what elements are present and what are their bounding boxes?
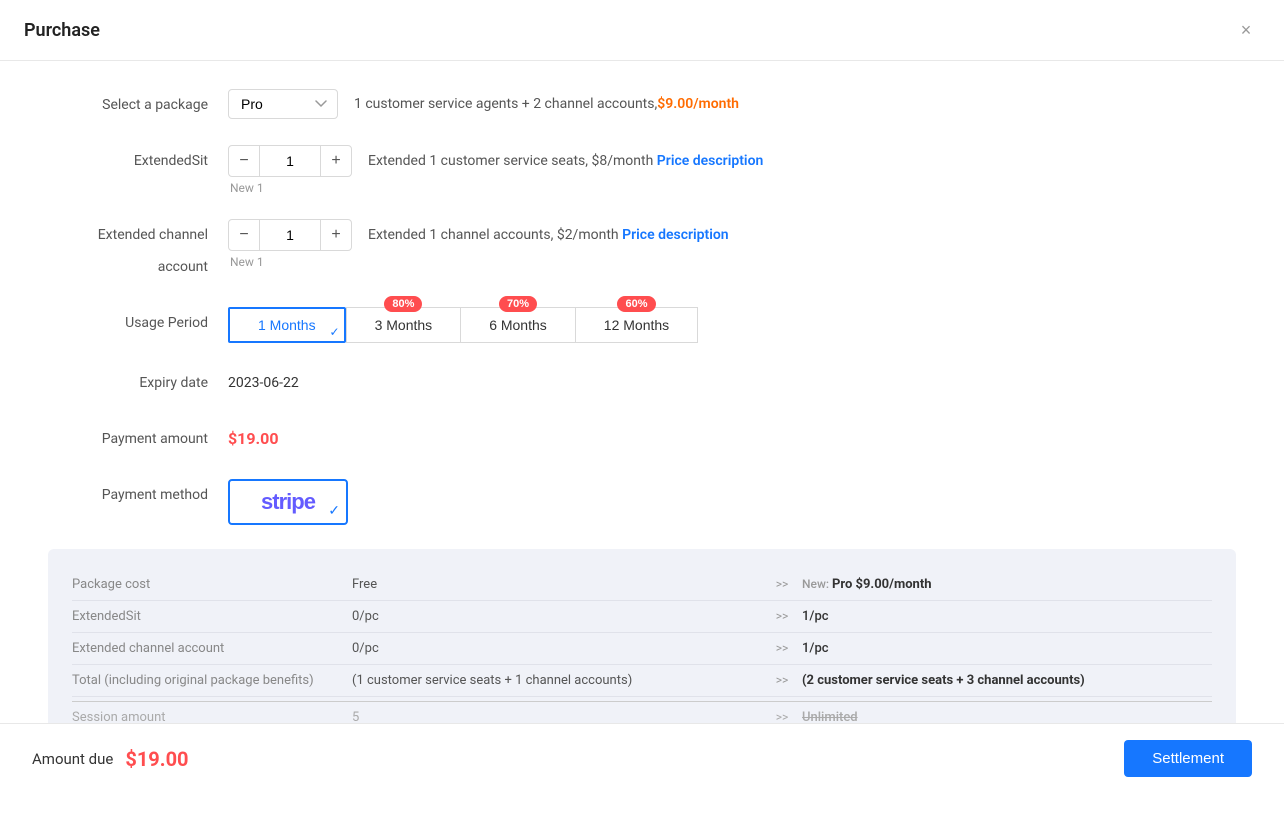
usage-period-row: Usage Period 1 Months 80% 3 Months 70% 6…	[48, 307, 1236, 343]
extended-channel-row: Extended channel account − + Extended 1 …	[48, 219, 1236, 283]
summary-arrow-total: >>	[762, 673, 802, 687]
period-1month-label: 1 Months	[258, 317, 316, 333]
extended-sit-input[interactable]	[260, 145, 320, 177]
summary-row-sit: ExtendedSit 0/pc >> 1/pc	[72, 601, 1212, 633]
package-select-wrap: Pro Basic Enterprise 1 customer service …	[228, 89, 739, 119]
summary-arrow-sit: >>	[762, 609, 802, 623]
summary-to-value-package: Pro $9.00/month	[832, 577, 932, 592]
period-6month-label: 6 Months	[489, 317, 547, 333]
summary-from-package: Free	[352, 577, 762, 592]
period-btn-6month[interactable]: 70% 6 Months	[460, 307, 575, 343]
summary-arrow-package: >>	[762, 577, 802, 591]
payment-method-label: Payment method	[48, 479, 228, 511]
extended-channel-price-link[interactable]: Price description	[622, 227, 729, 243]
extended-channel-content: − + Extended 1 channel accounts, $2/mont…	[228, 219, 729, 269]
purchase-dialog: Purchase × Select a package Pro Basic En…	[0, 0, 1284, 833]
payment-amount-value: $19.00	[228, 423, 279, 455]
extended-channel-new-label: New 1	[228, 255, 264, 269]
close-button[interactable]: ×	[1232, 16, 1260, 44]
extended-sit-price-link[interactable]: Price description	[657, 153, 764, 169]
package-description: 1 customer service agents + 2 channel ac…	[354, 96, 739, 112]
stripe-check-icon: ✓	[328, 502, 340, 519]
summary-row-total: Total (including original package benefi…	[72, 665, 1212, 697]
summary-to-total: (2 customer service seats + 3 channel ac…	[802, 673, 1212, 688]
period-btn-12month[interactable]: 60% 12 Months	[575, 307, 698, 343]
amount-due-wrap: Amount due $19.00	[32, 747, 189, 771]
dialog-body: Select a package Pro Basic Enterprise 1 …	[0, 61, 1284, 833]
summary-to-sit: 1/pc	[802, 609, 1212, 624]
extended-sit-description: Extended 1 customer service seats, $8/mo…	[368, 145, 763, 177]
expiry-label: Expiry date	[48, 367, 228, 399]
extended-sit-stepper-row: − + Extended 1 customer service seats, $…	[228, 145, 763, 177]
stripe-logo: stripe	[261, 489, 315, 515]
discount-badge-3month: 80%	[384, 296, 422, 312]
extended-channel-stepper: − +	[228, 219, 352, 251]
summary-label-package: Package cost	[72, 577, 352, 592]
summary-from-sit: 0/pc	[352, 609, 762, 624]
extended-channel-increment[interactable]: +	[320, 219, 352, 251]
summary-from-total: (1 customer service seats + 1 channel ac…	[352, 673, 762, 688]
period-btn-3month[interactable]: 80% 3 Months	[346, 307, 461, 343]
extended-sit-label: ExtendedSit	[48, 145, 228, 177]
extended-sit-content: − + Extended 1 customer service seats, $…	[228, 145, 763, 195]
summary-label-total: Total (including original package benefi…	[72, 673, 352, 688]
extended-channel-description: Extended 1 channel accounts, $2/month Pr…	[368, 219, 729, 251]
period-3month-label: 3 Months	[375, 317, 433, 333]
period-btn-1month[interactable]: 1 Months	[228, 307, 346, 343]
extended-sit-stepper: − +	[228, 145, 352, 177]
dialog-footer: Amount due $19.00 Settlement	[0, 723, 1284, 793]
extended-channel-stepper-row: − + Extended 1 channel accounts, $2/mont…	[228, 219, 729, 251]
dialog-title: Purchase	[24, 20, 100, 41]
summary-to-channel: 1/pc	[802, 641, 1212, 656]
summary-to-package: New: Pro $9.00/month	[802, 577, 1212, 592]
usage-period-label: Usage Period	[48, 307, 228, 339]
stripe-button[interactable]: stripe ✓	[228, 479, 348, 525]
period-12month-label: 12 Months	[604, 317, 669, 333]
extended-sit-decrement[interactable]: −	[228, 145, 260, 177]
extended-sit-increment[interactable]: +	[320, 145, 352, 177]
amount-due-value: $19.00	[125, 747, 188, 771]
payment-method-wrap: stripe ✓	[228, 479, 348, 525]
summary-row-package: Package cost Free >> New: Pro $9.00/mont…	[72, 569, 1212, 601]
discount-badge-12month: 60%	[617, 296, 655, 312]
select-package-label: Select a package	[48, 89, 228, 121]
discount-badge-6month: 70%	[499, 296, 537, 312]
summary-arrow-channel: >>	[762, 641, 802, 655]
amount-due-label: Amount due	[32, 750, 113, 768]
extended-channel-decrement[interactable]: −	[228, 219, 260, 251]
select-package-row: Select a package Pro Basic Enterprise 1 …	[48, 89, 1236, 121]
summary-arrow-session: >>	[762, 710, 802, 724]
summary-label-channel: Extended channel account	[72, 641, 352, 656]
summary-to-value-total: (2 customer service seats + 3 channel ac…	[802, 673, 1085, 688]
summary-new-label-package: New:	[802, 577, 832, 591]
summary-row-channel: Extended channel account 0/pc >> 1/pc	[72, 633, 1212, 665]
summary-from-channel: 0/pc	[352, 641, 762, 656]
package-select[interactable]: Pro Basic Enterprise	[228, 89, 338, 119]
payment-amount-label: Payment amount	[48, 423, 228, 455]
payment-method-row: Payment method stripe ✓	[48, 479, 1236, 525]
summary-label-sit: ExtendedSit	[72, 609, 352, 624]
package-price: $9.00/month	[657, 96, 739, 112]
extended-channel-input[interactable]	[260, 219, 320, 251]
expiry-value: 2023-06-22	[228, 367, 299, 399]
period-buttons: 1 Months 80% 3 Months 70% 6 Months 60% 1…	[228, 307, 698, 343]
extended-sit-row: ExtendedSit − + Extended 1 customer serv…	[48, 145, 1236, 195]
payment-amount-row: Payment amount $19.00	[48, 423, 1236, 455]
settlement-button[interactable]: Settlement	[1124, 740, 1252, 777]
extended-sit-new-label: New 1	[228, 181, 264, 195]
expiry-row: Expiry date 2023-06-22	[48, 367, 1236, 399]
dialog-header: Purchase ×	[0, 0, 1284, 61]
extended-channel-label: Extended channel account	[48, 219, 228, 283]
